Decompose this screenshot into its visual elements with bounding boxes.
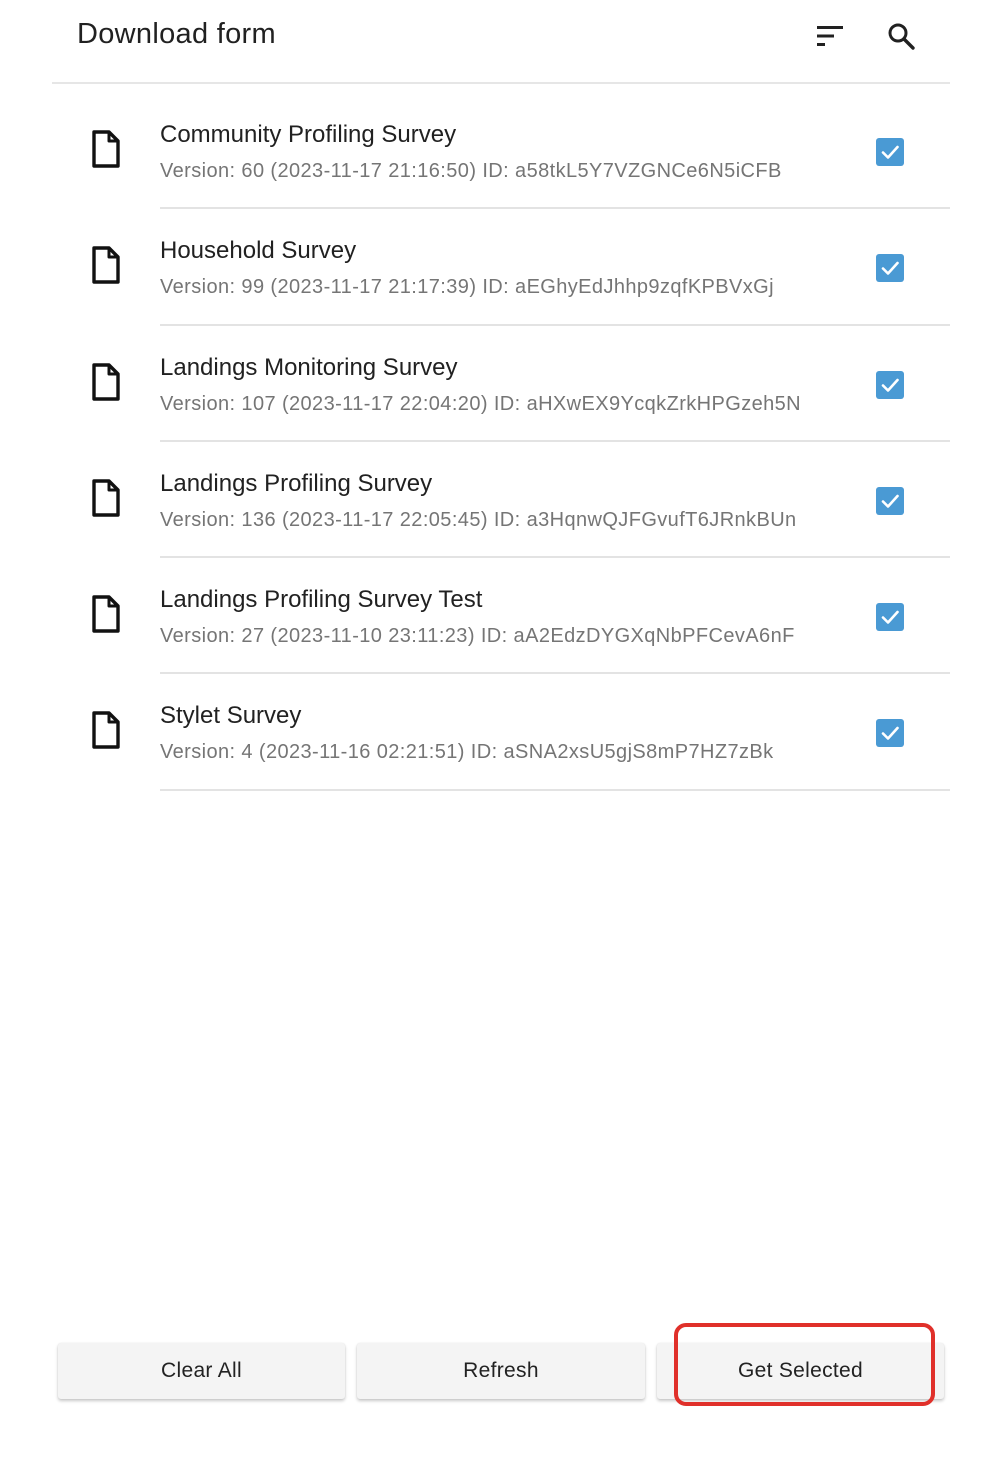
form-name: Landings Profiling Survey Test bbox=[160, 586, 483, 614]
clear-all-button[interactable]: Clear All bbox=[58, 1343, 345, 1399]
document-icon bbox=[90, 594, 122, 634]
form-version-info: Version: 60 (2023-11-17 21:16:50) ID: a5… bbox=[160, 160, 782, 182]
form-checkbox[interactable] bbox=[876, 486, 904, 515]
app-bar-divider bbox=[52, 82, 950, 84]
form-version-info: Version: 136 (2023-11-17 22:05:45) ID: a… bbox=[160, 508, 797, 531]
check-icon bbox=[881, 494, 899, 508]
form-name: Community Profiling Survey bbox=[160, 121, 457, 148]
form-checkbox[interactable] bbox=[876, 603, 904, 632]
list-item[interactable]: Landings Monitoring Survey Version: 107 (… bbox=[0, 326, 1000, 442]
document-icon bbox=[90, 710, 122, 750]
form-name: Landings Profiling Survey bbox=[160, 469, 433, 497]
page-title: Download form bbox=[77, 18, 276, 50]
list-item[interactable]: Community Profiling Survey Version: 60 (2… bbox=[0, 93, 1000, 210]
list-item[interactable]: Landings Profiling Survey Test Version: 2… bbox=[0, 558, 1000, 675]
get-selected-button[interactable]: Get Selected bbox=[657, 1343, 944, 1399]
app-bar: Download form bbox=[0, 0, 1000, 84]
list-item[interactable]: Landings Profiling Survey Version: 136 (2… bbox=[0, 442, 1000, 559]
row-divider bbox=[160, 788, 950, 791]
list-item[interactable]: Stylet Survey Version: 4 (2023-11-16 02:2… bbox=[0, 674, 1000, 791]
form-version-info: Version: 99 (2023-11-17 21:17:39) ID: aE… bbox=[160, 276, 774, 299]
check-icon bbox=[881, 145, 899, 159]
form-checkbox[interactable] bbox=[876, 254, 904, 283]
check-icon bbox=[881, 261, 899, 276]
document-icon bbox=[90, 362, 122, 402]
sort-icon[interactable] bbox=[812, 18, 848, 54]
form-list: Community Profiling Survey Version: 60 (2… bbox=[0, 93, 1000, 791]
check-icon bbox=[881, 610, 899, 624]
form-name: Stylet Survey bbox=[160, 702, 302, 730]
bottom-action-bar: Clear All Refresh Get Selected bbox=[0, 1343, 1000, 1399]
check-icon bbox=[881, 378, 899, 392]
search-icon[interactable] bbox=[883, 18, 919, 54]
form-checkbox[interactable] bbox=[876, 138, 904, 166]
check-icon bbox=[881, 727, 899, 741]
document-icon bbox=[90, 478, 122, 518]
form-version-info: Version: 107 (2023-11-17 22:04:20) ID: a… bbox=[160, 392, 802, 415]
form-version-info: Version: 27 (2023-11-10 23:11:23) ID: aA… bbox=[160, 625, 795, 648]
list-item[interactable]: Household Survey Version: 99 (2023-11-17 … bbox=[0, 209, 1000, 326]
form-version-info: Version: 4 (2023-11-16 02:21:51) ID: aSN… bbox=[160, 741, 774, 764]
document-icon bbox=[90, 129, 122, 169]
form-name: Landings Monitoring Survey bbox=[160, 353, 458, 381]
form-checkbox[interactable] bbox=[876, 719, 904, 748]
form-name: Household Survey bbox=[160, 237, 357, 265]
refresh-button[interactable]: Refresh bbox=[357, 1343, 645, 1399]
document-icon bbox=[90, 245, 122, 285]
form-checkbox[interactable] bbox=[876, 370, 904, 399]
